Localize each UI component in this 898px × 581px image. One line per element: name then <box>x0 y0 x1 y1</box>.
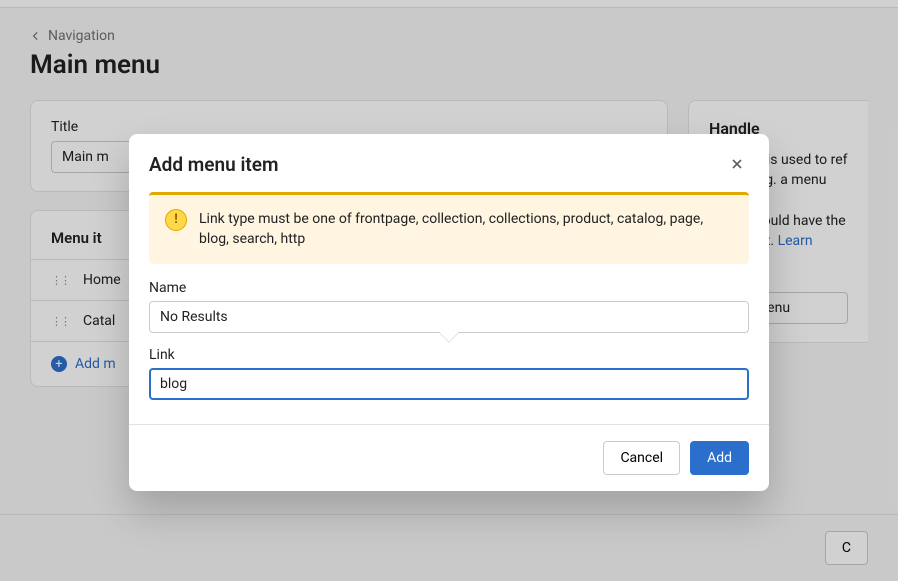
modal-title: Add menu item <box>149 153 279 176</box>
name-label: Name <box>149 280 749 296</box>
add-menu-item-modal: Add menu item ! Link type must be one of… <box>129 134 769 491</box>
link-label: Link <box>149 347 749 363</box>
cancel-button[interactable]: Cancel <box>603 441 680 475</box>
alert-text: Link type must be one of frontpage, coll… <box>199 209 733 250</box>
warning-icon: ! <box>165 209 187 231</box>
link-input[interactable] <box>149 368 749 400</box>
warning-alert: ! Link type must be one of frontpage, co… <box>149 192 749 264</box>
modal-body: ! Link type must be one of frontpage, co… <box>129 188 769 424</box>
link-field: Link <box>149 347 749 400</box>
name-field: Name <box>149 280 749 333</box>
add-button[interactable]: Add <box>690 441 749 475</box>
modal-overlay[interactable]: Add menu item ! Link type must be one of… <box>0 0 898 581</box>
modal-footer: Cancel Add <box>129 424 769 491</box>
close-button[interactable] <box>725 152 749 176</box>
close-icon <box>729 156 745 172</box>
modal-header: Add menu item <box>129 134 769 188</box>
